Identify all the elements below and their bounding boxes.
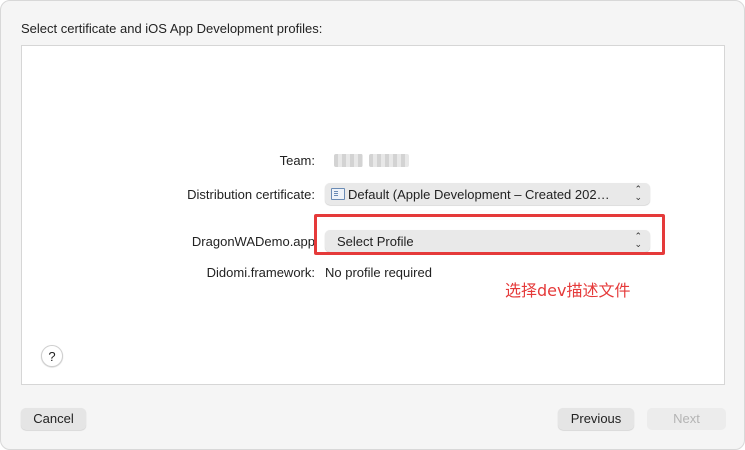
annotation-highlight-box [314,214,665,255]
help-button[interactable]: ? [41,345,63,367]
distribution-certificate-value: Default (Apple Development – Created 202… [348,186,610,202]
team-label: Team: [279,153,315,168]
framework-value: No profile required [325,265,432,280]
cancel-button[interactable]: Cancel [21,408,86,430]
app-label: DragonWADemo.app [191,234,315,249]
framework-label: Didomi.framework: [206,265,315,280]
certificate-icon [331,188,345,200]
team-value-redacted-2 [369,154,409,167]
dialog-sheet: Select certificate and iOS App Developme… [0,0,745,450]
distribution-certificate-popup[interactable]: Default (Apple Development – Created 202… [325,183,650,205]
previous-button[interactable]: Previous [558,408,634,430]
annotation-text: 选择dev描述文件 [505,281,631,300]
team-value-redacted [334,154,363,167]
chevron-updown-icon: ⌃ ⌄ [634,184,642,202]
next-button[interactable]: Next [647,408,726,430]
distribution-certificate-label: Distribution certificate: [187,187,315,202]
dialog-title: Select certificate and iOS App Developme… [21,21,323,36]
